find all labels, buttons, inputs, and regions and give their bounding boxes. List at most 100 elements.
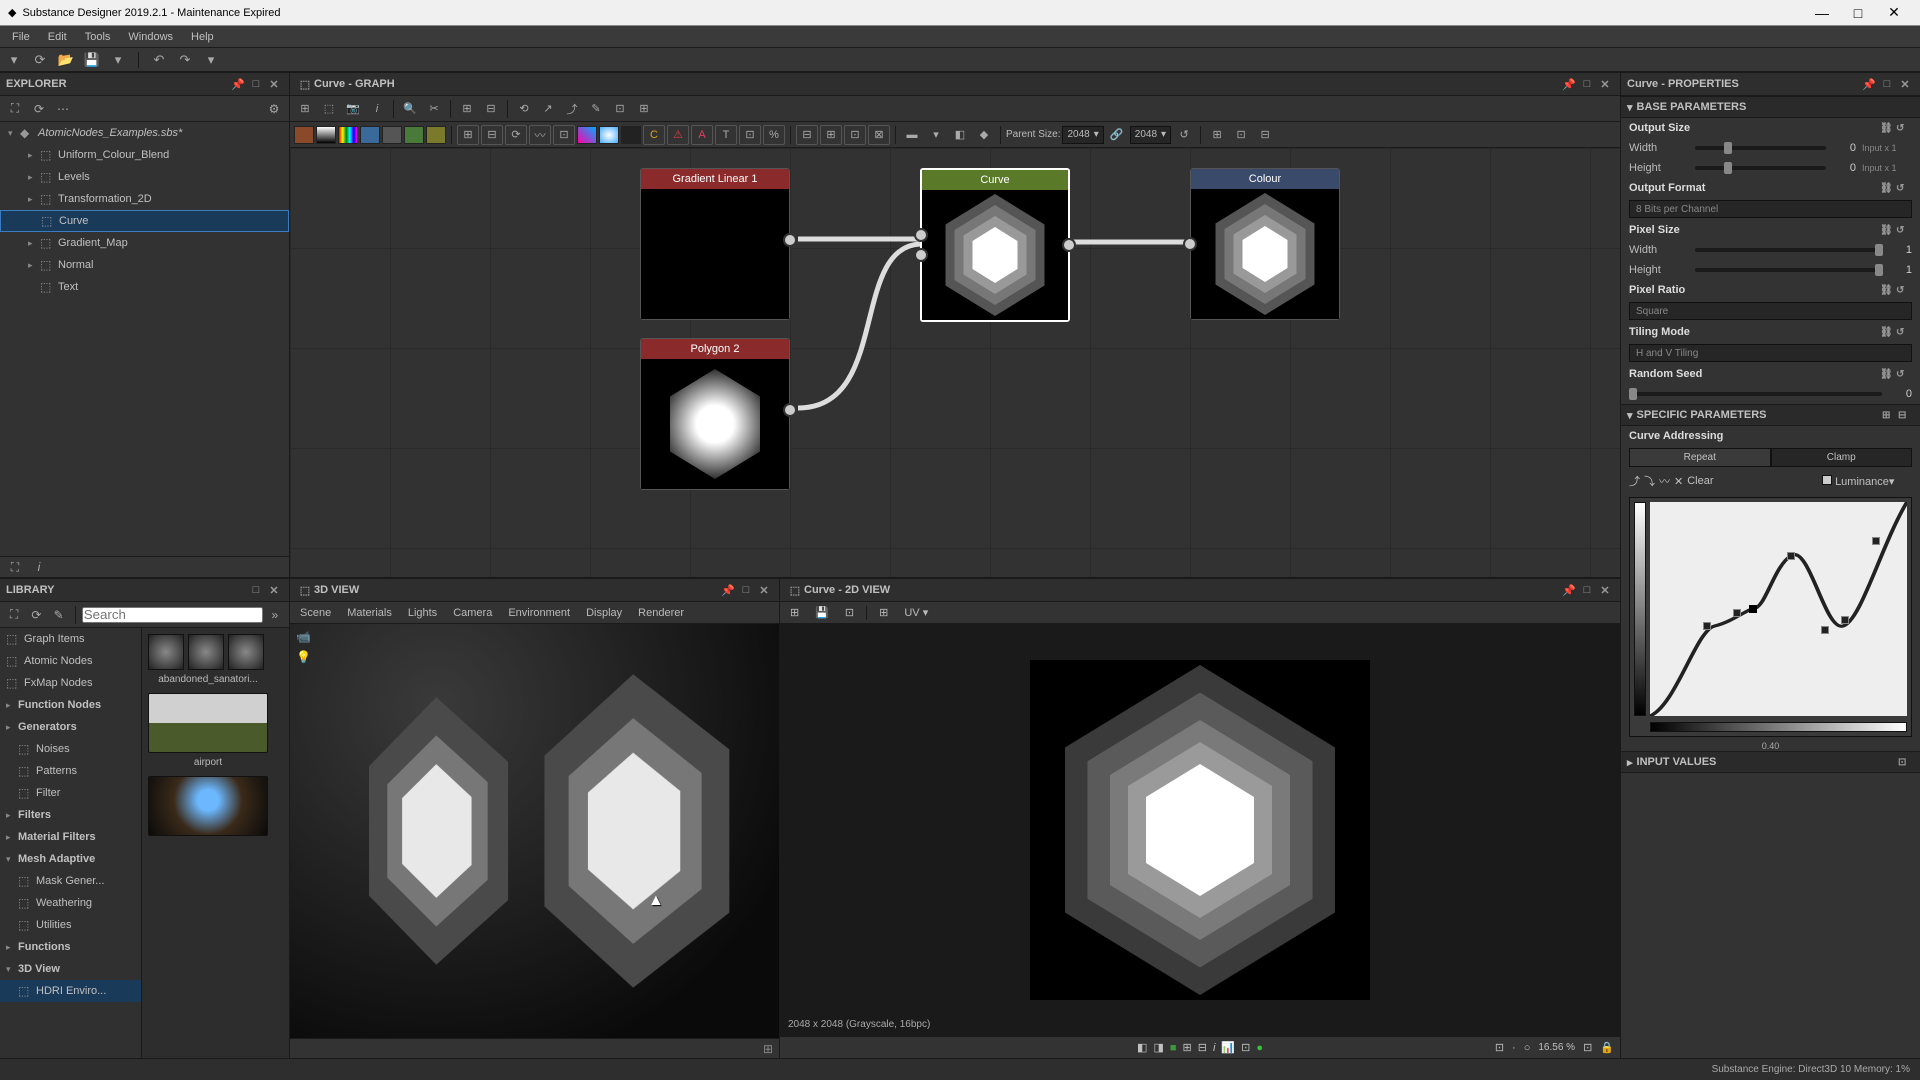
node-output-port[interactable] bbox=[783, 403, 797, 417]
pixel-ratio-dropdown[interactable]: Square bbox=[1629, 302, 1912, 320]
lib-tree-item[interactable]: ▸Function Nodes bbox=[0, 694, 141, 716]
reset-icon[interactable]: ↺ bbox=[1173, 125, 1195, 145]
close-icon[interactable]: ✕ bbox=[755, 584, 773, 597]
graph-tool[interactable]: ↗ bbox=[537, 99, 559, 119]
close-icon[interactable]: ✕ bbox=[1896, 78, 1914, 91]
reset-icon[interactable]: ↺ bbox=[1896, 225, 1912, 236]
graph-node-btn[interactable]: ⊟ bbox=[481, 125, 503, 145]
addressing-clamp[interactable]: Clamp bbox=[1771, 448, 1913, 467]
maximize-icon[interactable]: □ bbox=[1578, 584, 1596, 596]
link-mode-icon[interactable]: ⛓ bbox=[1880, 225, 1896, 236]
view3d-menu-camera[interactable]: Camera bbox=[449, 607, 496, 619]
explorer-tool-3[interactable]: ⋯ bbox=[52, 99, 74, 119]
swatch-icon[interactable] bbox=[338, 126, 358, 144]
graph-tool[interactable]: ⬚ bbox=[318, 99, 340, 119]
lib-tree-item[interactable]: ▾3D View bbox=[0, 958, 141, 980]
view2d-bb-btn[interactable]: i bbox=[1213, 1042, 1215, 1054]
library-tool-1[interactable]: ⛶ bbox=[4, 605, 24, 625]
tiling-mode-dropdown[interactable]: H and V Tiling bbox=[1629, 344, 1912, 362]
graph-tool[interactable]: ⊞ bbox=[294, 99, 316, 119]
graph-misc-btn[interactable]: ⊟ bbox=[1254, 125, 1276, 145]
section-base-parameters[interactable]: ▾BASE PARAMETERS bbox=[1621, 96, 1920, 118]
node-output-port[interactable] bbox=[1062, 238, 1076, 252]
view2d-tool[interactable]: ⊞ bbox=[786, 606, 803, 619]
view2d-bb-btn[interactable]: · bbox=[1512, 1042, 1516, 1054]
library-tool-2[interactable]: ⟳ bbox=[26, 605, 46, 625]
swatch-icon[interactable] bbox=[382, 126, 402, 144]
curve-editor[interactable]: 0.42 bbox=[1629, 497, 1912, 737]
graph-tool[interactable]: 🔍 bbox=[399, 99, 421, 119]
graph-view-btn[interactable]: ◧ bbox=[949, 125, 971, 145]
lib-tree-item[interactable]: ⬚Filter bbox=[0, 782, 141, 804]
save-button[interactable]: 💾 bbox=[82, 51, 102, 69]
link-mode-icon[interactable]: ⛓ bbox=[1880, 327, 1896, 338]
lib-tree-item[interactable]: ⬚Patterns bbox=[0, 760, 141, 782]
graph-align-btn[interactable]: ⊞ bbox=[820, 125, 842, 145]
light-icon[interactable]: 💡 bbox=[296, 650, 311, 664]
section-icon[interactable]: ⊡ bbox=[1898, 757, 1914, 768]
warning-icon[interactable]: ⚠ bbox=[667, 125, 689, 145]
reset-icon[interactable]: ↺ bbox=[1896, 285, 1912, 296]
output-width-slider[interactable] bbox=[1695, 146, 1826, 150]
lib-tree-item[interactable]: ▾Mesh Adaptive bbox=[0, 848, 141, 870]
graph-view-dropdown[interactable]: ▾ bbox=[925, 125, 947, 145]
view3d-menu-renderer[interactable]: Renderer bbox=[634, 607, 688, 619]
tree-item[interactable]: ▸⬚Uniform_Colour_Blend bbox=[0, 144, 289, 166]
view2d-bb-btn[interactable]: ⊞ bbox=[1183, 1041, 1192, 1054]
window-minimize-button[interactable]: — bbox=[1804, 5, 1840, 21]
view2d-bb-btn[interactable]: ⊟ bbox=[1198, 1041, 1207, 1054]
view2d-bb-btn[interactable]: ⊡ bbox=[1241, 1041, 1250, 1054]
maximize-icon[interactable]: □ bbox=[737, 584, 755, 596]
new-button[interactable]: ▾ bbox=[4, 51, 24, 69]
link-mode-icon[interactable]: ⛓ bbox=[1880, 183, 1896, 194]
lib-tree-item[interactable]: ⬚Noises bbox=[0, 738, 141, 760]
section-specific-parameters[interactable]: ▾SPECIFIC PARAMETERS ⊞ ⊟ bbox=[1621, 404, 1920, 426]
redo-dropdown[interactable]: ▾ bbox=[201, 51, 221, 69]
view2d-bb-btn[interactable]: ● bbox=[1256, 1042, 1263, 1054]
tree-item-selected[interactable]: ⬚Curve bbox=[0, 210, 289, 232]
lib-tree-item[interactable]: ▸Functions bbox=[0, 936, 141, 958]
section-icon[interactable]: ⊟ bbox=[1898, 410, 1914, 421]
node-input-port[interactable] bbox=[914, 248, 928, 262]
menu-tools[interactable]: Tools bbox=[77, 29, 119, 45]
maximize-icon[interactable]: □ bbox=[247, 78, 265, 90]
explorer-footer-btn-2[interactable]: i bbox=[28, 557, 50, 577]
pin-icon[interactable]: 📌 bbox=[1560, 584, 1578, 597]
pin-icon[interactable]: 📌 bbox=[719, 584, 737, 597]
camera-icon[interactable]: 📹 bbox=[296, 630, 311, 644]
node-gradient-linear[interactable]: Gradient Linear 1 bbox=[640, 168, 790, 320]
close-icon[interactable]: ✕ bbox=[1596, 78, 1614, 91]
node-colour[interactable]: Colour bbox=[1190, 168, 1340, 320]
link-icon[interactable]: 🔗 bbox=[1106, 125, 1128, 145]
library-tool-3[interactable]: ✎ bbox=[49, 605, 69, 625]
swatch-icon[interactable] bbox=[294, 126, 314, 144]
curve-preset-icon[interactable]: ⤵ bbox=[1644, 473, 1655, 489]
menu-file[interactable]: File bbox=[4, 29, 38, 45]
curve-clear-label[interactable]: Clear bbox=[1687, 475, 1713, 487]
explorer-footer-btn-1[interactable]: ⛶ bbox=[4, 557, 26, 577]
menu-help[interactable]: Help bbox=[183, 29, 222, 45]
maximize-icon[interactable]: □ bbox=[1878, 78, 1896, 90]
view2d-tool[interactable]: ⊞ bbox=[875, 606, 892, 619]
explorer-tool-4[interactable]: ⚙ bbox=[263, 99, 285, 119]
tree-item[interactable]: ▸⬚Transformation_2D bbox=[0, 188, 289, 210]
curve-addressing-toggle[interactable]: Repeat Clamp bbox=[1629, 448, 1912, 467]
graph-node-btn[interactable]: ⊞ bbox=[457, 125, 479, 145]
graph-view-btn[interactable]: ◆ bbox=[973, 125, 995, 145]
graph-tool[interactable]: ⊞ bbox=[633, 99, 655, 119]
swatch-icon[interactable] bbox=[360, 126, 380, 144]
undo-button[interactable]: ↶ bbox=[149, 51, 169, 69]
parent-height-dropdown[interactable]: 2048▾ bbox=[1130, 126, 1171, 144]
view2d-canvas[interactable]: 2048 x 2048 (Grayscale, 16bpc) bbox=[780, 624, 1620, 1036]
lib-tree-item[interactable]: ⬚FxMap Nodes bbox=[0, 672, 141, 694]
lib-tree-item[interactable]: ▸Generators bbox=[0, 716, 141, 738]
curve-clear-icon[interactable]: ✕ bbox=[1674, 475, 1683, 488]
pixel-height-slider[interactable] bbox=[1695, 268, 1882, 272]
menu-windows[interactable]: Windows bbox=[120, 29, 181, 45]
graph-align-btn[interactable]: ⊡ bbox=[844, 125, 866, 145]
graph-node-btn[interactable]: % bbox=[763, 125, 785, 145]
pin-icon[interactable]: 📌 bbox=[1860, 78, 1878, 91]
addressing-repeat[interactable]: Repeat bbox=[1629, 448, 1771, 467]
lib-tree-item[interactable]: ▸Material Filters bbox=[0, 826, 141, 848]
link-mode-icon[interactable]: ⛓ bbox=[1880, 123, 1896, 134]
